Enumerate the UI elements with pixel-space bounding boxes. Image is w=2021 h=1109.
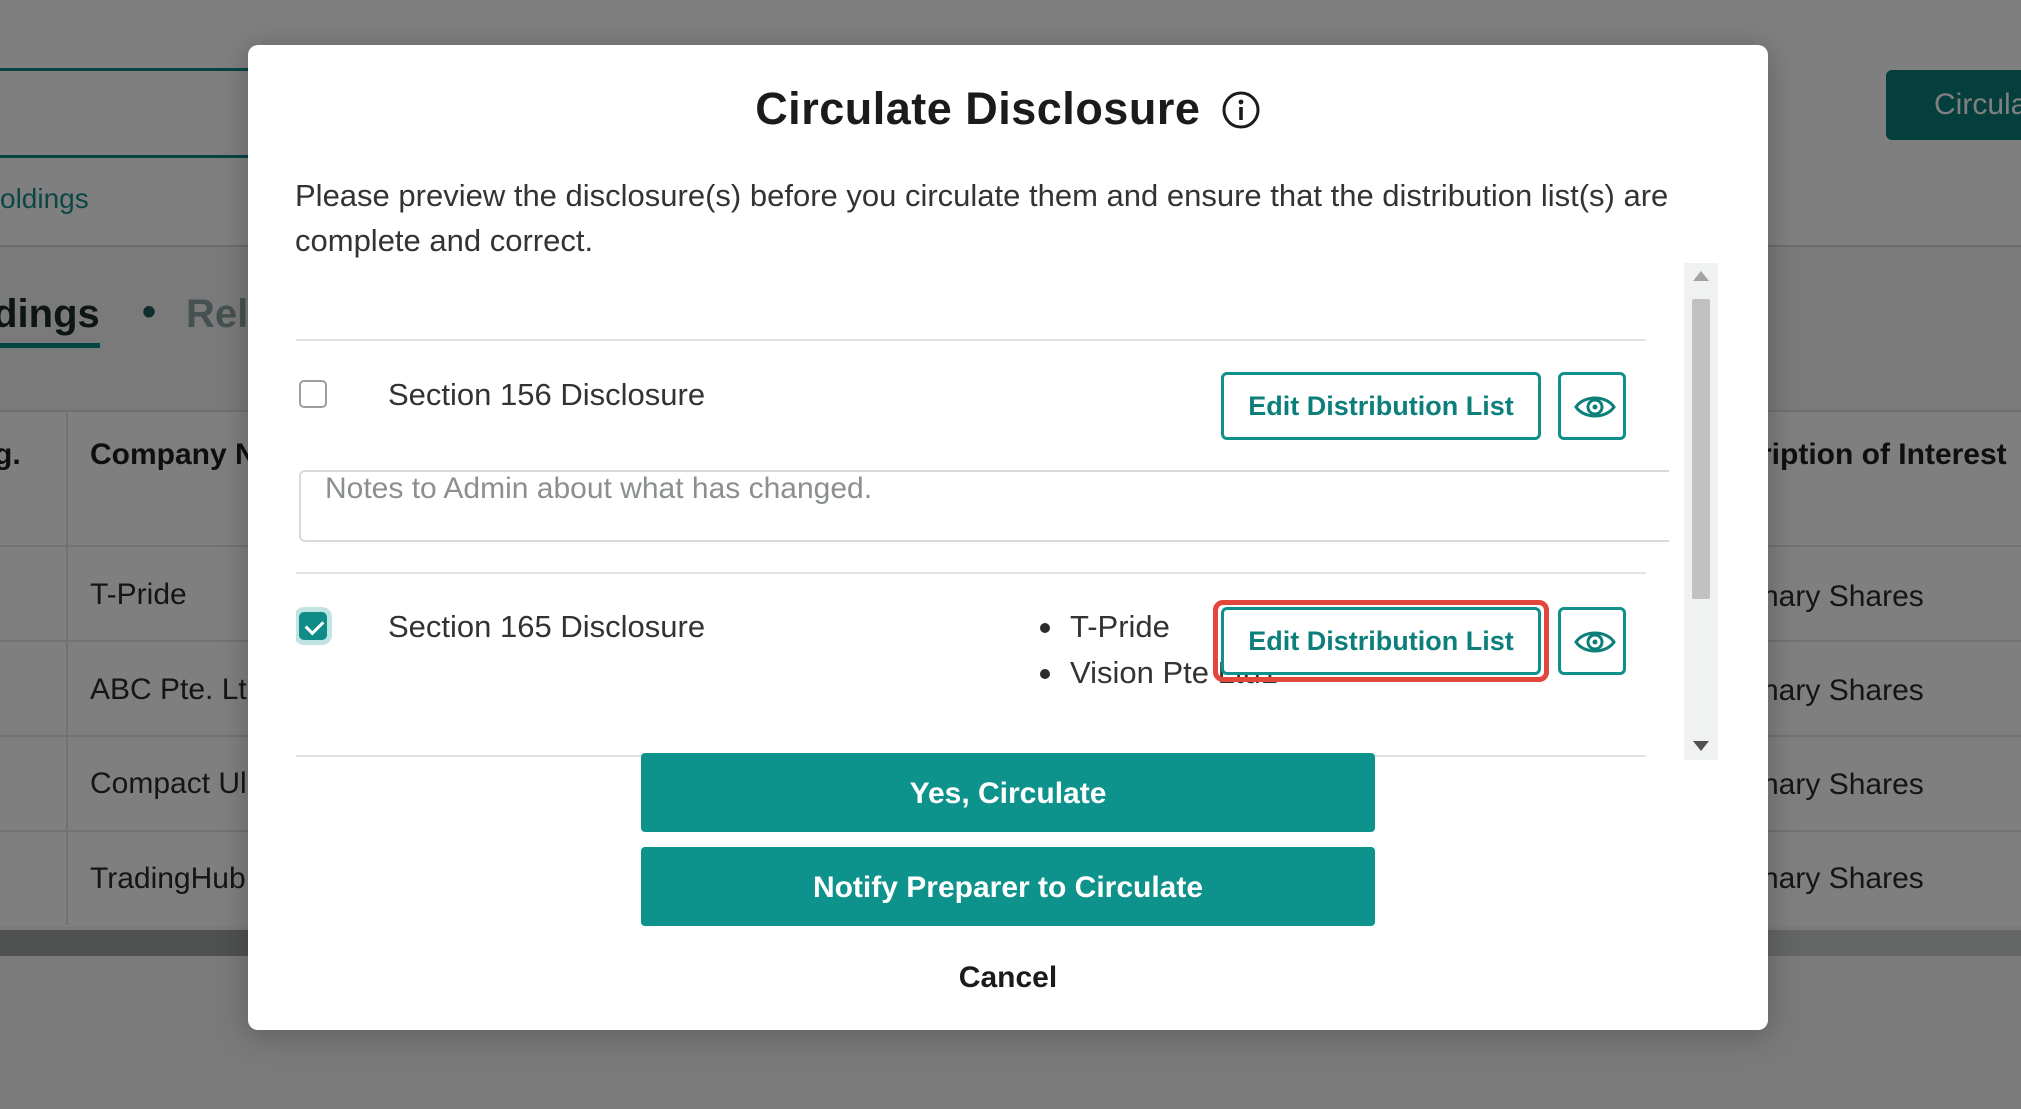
preview-button[interactable] xyxy=(1558,607,1626,675)
info-circle-icon[interactable] xyxy=(1221,90,1261,130)
edit-distribution-list-button[interactable]: Edit Distribution List xyxy=(1221,607,1541,675)
scrollbar-thumb[interactable] xyxy=(1692,299,1710,599)
disclosure-list-scrollbar[interactable] xyxy=(1684,263,1718,760)
scroll-down-arrow-icon[interactable] xyxy=(1693,741,1709,751)
list-divider xyxy=(296,572,1646,574)
circulate-disclosure-modal: Circulate Disclosure Please preview the … xyxy=(248,45,1768,1030)
notes-to-admin-field[interactable] xyxy=(299,470,1669,542)
modal-header: Circulate Disclosure xyxy=(248,83,1768,135)
disclosure-list[interactable]: Section 156 Disclosure Edit Distribution… xyxy=(296,265,1669,760)
disclosure-label: Section 165 Disclosure xyxy=(388,609,706,644)
modal-instructions: Please preview the disclosure(s) before … xyxy=(295,178,1669,258)
disclosure-checkbox-section-165[interactable] xyxy=(299,612,327,640)
modal-title: Circulate Disclosure xyxy=(755,83,1201,134)
eye-icon xyxy=(1574,396,1616,418)
scroll-up-arrow-icon[interactable] xyxy=(1693,271,1709,281)
edit-distribution-list-button[interactable]: Edit Distribution List xyxy=(1221,372,1541,440)
eye-icon xyxy=(1574,631,1616,653)
preview-button[interactable] xyxy=(1558,372,1626,440)
list-divider xyxy=(296,339,1646,341)
notify-preparer-button[interactable]: Notify Preparer to Circulate xyxy=(641,847,1375,926)
yes-circulate-button[interactable]: Yes, Circulate xyxy=(641,753,1375,832)
disclosure-checkbox-section-156[interactable] xyxy=(299,380,327,408)
cancel-button[interactable]: Cancel xyxy=(248,961,1768,995)
disclosure-label: Section 156 Disclosure xyxy=(388,377,706,412)
